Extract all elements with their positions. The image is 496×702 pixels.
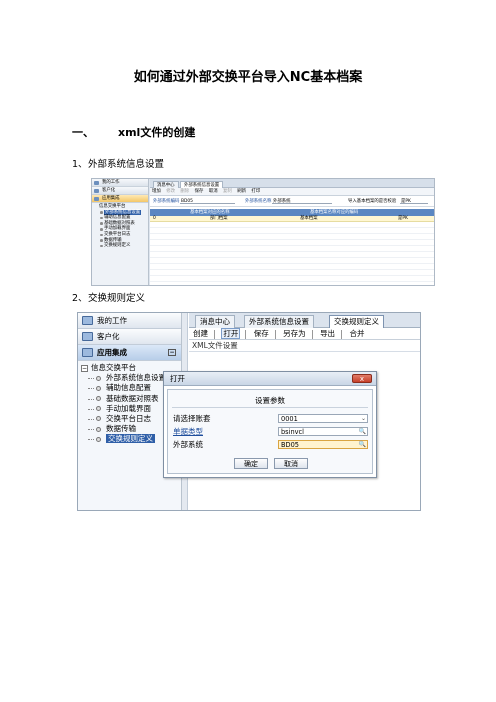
tab-message-center[interactable]: 消息中心	[195, 315, 235, 328]
node-icon	[96, 385, 101, 391]
dialog-title-bar: 打开 x	[164, 372, 376, 386]
dialog-body: 设置参数 请选择账套 0001 ⌄ 单据类型 bsinvcl 🔍 外部系统 BD05…	[167, 389, 373, 474]
tab-bar: 消息中心 外部系统信息设置 交换规则定义	[189, 313, 420, 328]
save-button[interactable]: 保存	[254, 329, 269, 338]
header-form: 外部系统编码 BD05 外部系统名称 外部系统 导入基本档案的是否校验 是PK	[150, 196, 434, 207]
screenshot-exchange-rules: 我的工作 客户化 应用集成 − − 信息交换平台 外部系统信息设置 辅助信息配置 基…	[77, 312, 421, 511]
bill-type-field[interactable]: bsinvcl 🔍	[278, 427, 368, 436]
toolbar: 增加 修改 删除 保存 取消 复制 刷新 打印	[150, 188, 434, 196]
folder-icon	[82, 316, 93, 325]
document-title: 如何通过外部交换平台导入NC基本档案	[133, 70, 363, 85]
table-body	[150, 222, 434, 285]
tab-message-center[interactable]: 消息中心	[153, 181, 179, 188]
screenshot-external-system-settings: 我的工作 客户化 应用集成 信息交换平台 外部系统信息设置 辅助信息配置 基础数…	[91, 178, 435, 286]
subsection-2-title: 交换规则定义	[88, 293, 146, 304]
folder-icon	[94, 197, 99, 201]
open-button[interactable]: 打开	[221, 328, 241, 339]
merge-button[interactable]: 合并	[349, 329, 364, 338]
mapping-table: 基本档案对应的名称 基本档案名称对应的编码 0 部门档案 基本档案 是PK	[150, 209, 434, 222]
print-button[interactable]: 打印	[251, 189, 260, 194]
subsection-1-number: 1、	[72, 159, 88, 170]
column-header: 基本档案对应的名称	[190, 210, 230, 215]
tab-bar: 消息中心 外部系统信息设置	[150, 179, 434, 188]
grid-icon	[82, 332, 93, 341]
system-code-label: 外部系统编码	[153, 199, 180, 204]
table-header: 基本档案对应的名称 基本档案名称对应的编码	[150, 209, 434, 216]
ok-button[interactable]: 确定	[234, 458, 268, 469]
minus-icon[interactable]: −	[81, 365, 88, 372]
add-button[interactable]: 增加	[152, 189, 161, 194]
system-name-field[interactable]: 外部系统	[272, 199, 332, 204]
xml-settings-label: XML文件设置	[189, 340, 420, 352]
node-icon	[96, 416, 101, 422]
subsection-2-heading: 2、交换规则定义	[72, 290, 145, 304]
cancel-button[interactable]: 取消	[274, 458, 308, 469]
tab-external-system[interactable]: 外部系统信息设置	[180, 181, 224, 188]
search-icon[interactable]: 🔍	[359, 428, 366, 436]
bill-type-row: 单据类型	[173, 427, 203, 436]
search-icon[interactable]: 🔍	[359, 441, 366, 449]
node-icon	[96, 406, 101, 412]
refresh-button[interactable]: 刷新	[237, 189, 246, 194]
account-select[interactable]: 0001 ⌄	[278, 414, 368, 423]
check-label: 导入基本档案的是否校验	[348, 199, 397, 204]
node-icon	[96, 426, 101, 432]
edit-button[interactable]: 修改	[166, 189, 175, 194]
main-panel: 消息中心 外部系统信息设置 增加 修改 删除 保存 取消 复制 刷新 打印 外部…	[150, 179, 434, 285]
create-button[interactable]: 创建	[193, 329, 208, 338]
account-row: 请选择账套	[173, 414, 211, 423]
section-number: 一、	[72, 126, 94, 139]
function-tree: 信息交换平台 外部系统信息设置 辅助信息配置 基础数据对照表 手动加载界面 交换…	[92, 203, 148, 249]
open-dialog: 打开 x 设置参数 请选择账套 0001 ⌄ 单据类型 bsinvcl 🔍 外部系统…	[163, 371, 377, 478]
sidebar: 我的工作 客户化 应用集成 信息交换平台 外部系统信息设置 辅助信息配置 基础数…	[92, 179, 149, 285]
dialog-buttons: 确定 取消	[234, 458, 314, 469]
close-icon[interactable]: x	[352, 374, 372, 383]
subsection-1-heading: 1、外部系统信息设置	[72, 156, 164, 170]
nav-my-work[interactable]: 我的工作	[92, 179, 148, 187]
subsection-1-title: 外部系统信息设置	[88, 159, 165, 170]
integration-icon	[82, 348, 93, 357]
tab-external-system[interactable]: 外部系统信息设置	[244, 315, 314, 328]
system-code-field[interactable]: BD05	[180, 199, 235, 204]
check-field[interactable]: 是PK	[400, 199, 428, 204]
section-title: xml文件的创建	[118, 126, 196, 139]
node-icon	[96, 396, 101, 402]
node-icon	[96, 375, 101, 381]
system-name-label: 外部系统名称	[245, 199, 272, 204]
nav-app-integration[interactable]: 应用集成 −	[78, 345, 181, 361]
save-button[interactable]: 保存	[195, 189, 204, 194]
nav-customize[interactable]: 客户化	[92, 187, 148, 195]
tab-exchange-rules[interactable]: 交换规则定义	[329, 315, 384, 328]
dialog-title: 打开	[170, 374, 185, 383]
chevron-down-icon[interactable]: ⌄	[361, 415, 366, 423]
copy-button[interactable]: 复制	[223, 189, 232, 194]
toolbar: 创建 打开 保存 另存为 导出 合并	[189, 328, 420, 340]
folder-icon	[94, 181, 99, 185]
nav-app-integration[interactable]: 应用集成	[92, 195, 148, 203]
nav-customize[interactable]: 客户化	[78, 329, 181, 345]
subsection-2-number: 2、	[72, 293, 88, 304]
delete-button[interactable]: 删除	[180, 189, 189, 194]
node-icon	[96, 436, 101, 442]
column-header: 基本档案名称对应的编码	[310, 210, 359, 215]
collapse-icon[interactable]: −	[168, 349, 176, 356]
folder-icon	[94, 189, 99, 193]
cancel-button[interactable]: 取消	[209, 189, 218, 194]
section-heading: 一、 xml文件的创建	[72, 124, 195, 140]
nav-my-work[interactable]: 我的工作	[78, 313, 181, 329]
external-system-row: 外部系统	[173, 440, 203, 449]
export-button[interactable]: 导出	[320, 329, 335, 338]
dialog-header: 设置参数	[172, 394, 368, 408]
tree-item-rules[interactable]: 交换规则定义	[92, 243, 148, 249]
external-system-field[interactable]: BD05 🔍	[278, 440, 368, 449]
save-as-button[interactable]: 另存为	[283, 329, 306, 338]
